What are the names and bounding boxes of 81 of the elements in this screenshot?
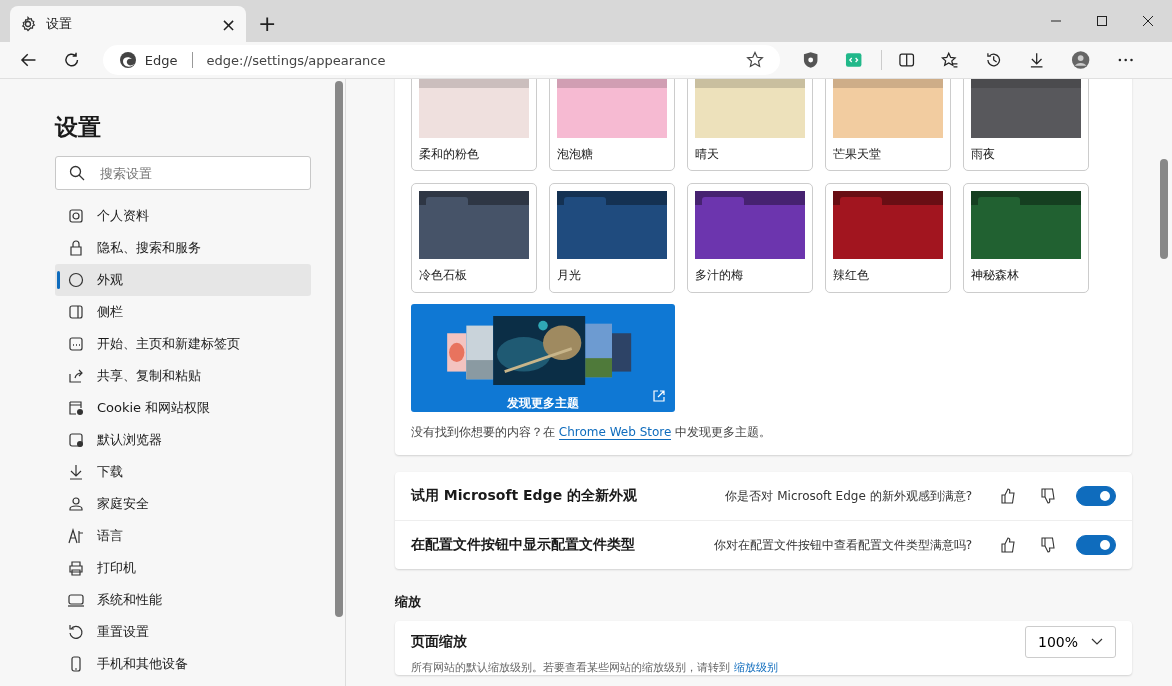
thumbs-down-icon[interactable] bbox=[1040, 488, 1056, 504]
theme-tile[interactable]: 多汁的梅 bbox=[687, 183, 813, 293]
theme-tile[interactable]: 神秘森林 bbox=[963, 183, 1089, 293]
language-icon bbox=[68, 528, 84, 544]
thumbs-up-icon[interactable] bbox=[1000, 488, 1016, 504]
sidebar-item[interactable]: 家庭安全 bbox=[55, 488, 311, 520]
sidebar-item[interactable]: 手机和其他设备 bbox=[55, 648, 311, 680]
start-page-icon bbox=[68, 336, 84, 352]
refresh-icon[interactable] bbox=[63, 51, 81, 69]
sidebar-item[interactable]: 语言 bbox=[55, 520, 311, 552]
close-tab-button[interactable]: × bbox=[220, 13, 236, 35]
sidebar-item[interactable]: 默认浏览器 bbox=[55, 424, 311, 456]
toggle-switch[interactable] bbox=[1076, 486, 1116, 506]
new-tab-button[interactable]: + bbox=[254, 11, 281, 36]
tab-title: 设置 bbox=[46, 15, 73, 33]
theme-tile[interactable]: 芒果天堂 bbox=[825, 79, 951, 171]
lock-icon bbox=[68, 240, 84, 256]
sidebar-icon bbox=[68, 304, 84, 320]
sidebar-item[interactable]: 系统和性能 bbox=[55, 584, 311, 616]
theme-tile[interactable]: 辣红色 bbox=[825, 183, 951, 293]
site-label: Edge bbox=[144, 52, 178, 68]
phone-icon bbox=[68, 656, 84, 672]
note-text: 没有找到你想要的内容？在 Chrome Web Store 中发现更多主题。 bbox=[411, 424, 773, 441]
sidebar-item[interactable]: Cookie 和网站权限 bbox=[55, 392, 311, 424]
reset-icon bbox=[68, 624, 84, 640]
sidebar-item[interactable]: 隐私、搜索和服务 bbox=[55, 232, 311, 264]
sidebar-item[interactable]: 侧栏 bbox=[55, 296, 311, 328]
history-icon[interactable] bbox=[984, 51, 1002, 69]
back-icon[interactable] bbox=[20, 51, 38, 69]
thumbs-up-icon[interactable] bbox=[1000, 537, 1016, 553]
sidebar-item[interactable]: 打印机 bbox=[55, 552, 311, 584]
theme-tile[interactable]: 晴天 bbox=[687, 79, 813, 171]
setting-title: 试用 Microsoft Edge 的全新外观 bbox=[411, 487, 638, 505]
zoom-description: 所有网站的默认缩放级别。若要查看某些网站的缩放级别，请转到 缩放级别 bbox=[411, 660, 779, 675]
chevron-down-icon bbox=[1091, 638, 1103, 646]
shield-icon[interactable] bbox=[802, 51, 820, 69]
theme-tile[interactable]: 泡泡糖 bbox=[549, 79, 675, 171]
sidebar-item[interactable]: 个人资料 bbox=[55, 200, 311, 232]
laptop-icon bbox=[68, 592, 84, 608]
discover-themes-button[interactable]: 发现更多主题 bbox=[411, 304, 675, 412]
maximize-icon[interactable] bbox=[1096, 15, 1108, 27]
zoom-dropdown[interactable]: 100% bbox=[1025, 626, 1116, 658]
star-icon[interactable] bbox=[746, 51, 764, 69]
external-link-icon bbox=[653, 390, 665, 402]
download-icon bbox=[68, 464, 84, 480]
zoom-levels-link[interactable]: 缩放级别 bbox=[733, 661, 778, 674]
printer-icon bbox=[68, 560, 84, 576]
settings-icon bbox=[20, 16, 36, 32]
scrollbar-thumb[interactable] bbox=[1160, 159, 1168, 259]
profile-icon bbox=[68, 208, 84, 224]
share-icon bbox=[68, 368, 84, 384]
profile-avatar-icon[interactable] bbox=[1071, 50, 1091, 70]
feedback-question: 你对在配置文件按钮中查看配置文件类型满意吗? bbox=[713, 536, 972, 554]
setting-title: 在配置文件按钮中显示配置文件类型 bbox=[411, 536, 636, 554]
search-icon bbox=[69, 165, 85, 181]
favorites-icon[interactable] bbox=[941, 51, 959, 69]
scrollbar-thumb[interactable] bbox=[335, 81, 343, 617]
feedback-question: 你是否对 Microsoft Edge 的新外观感到满意? bbox=[725, 487, 972, 505]
browser-icon bbox=[68, 432, 84, 448]
theme-tile[interactable]: 月光 bbox=[549, 183, 675, 293]
sidebar-item[interactable]: 外观 bbox=[55, 264, 311, 296]
theme-tile[interactable]: 冷色石板 bbox=[411, 183, 537, 293]
address-bar[interactable]: Edge edge://settings/appearance bbox=[102, 45, 780, 75]
sidebar-item[interactable]: 重置设置 bbox=[55, 616, 311, 648]
url-text: edge://settings/appearance bbox=[206, 52, 387, 68]
split-screen-icon[interactable] bbox=[897, 51, 916, 69]
browser-tab[interactable]: 设置 × bbox=[10, 6, 246, 42]
edge-logo-icon bbox=[118, 51, 137, 69]
search-field[interactable]: 搜索设置 bbox=[55, 156, 311, 190]
setting-title: 页面缩放 bbox=[411, 633, 468, 651]
sidebar-item[interactable]: 开始、主页和新建标签页 bbox=[55, 328, 311, 360]
sidebar-item[interactable]: 下载 bbox=[55, 456, 311, 488]
toggle-switch[interactable] bbox=[1076, 535, 1116, 555]
theme-tile[interactable]: 雨夜 bbox=[963, 79, 1089, 171]
sidebar-item[interactable]: 共享、复制和粘贴 bbox=[55, 360, 311, 392]
settings-title: 设置 bbox=[55, 113, 102, 142]
section-heading: 缩放 bbox=[395, 593, 422, 611]
chrome-web-store-link[interactable]: Chrome Web Store bbox=[558, 425, 672, 440]
close-icon[interactable] bbox=[1142, 15, 1154, 27]
theme-tile[interactable]: 柔和的粉色 bbox=[411, 79, 537, 171]
thumbs-down-icon[interactable] bbox=[1040, 537, 1056, 553]
